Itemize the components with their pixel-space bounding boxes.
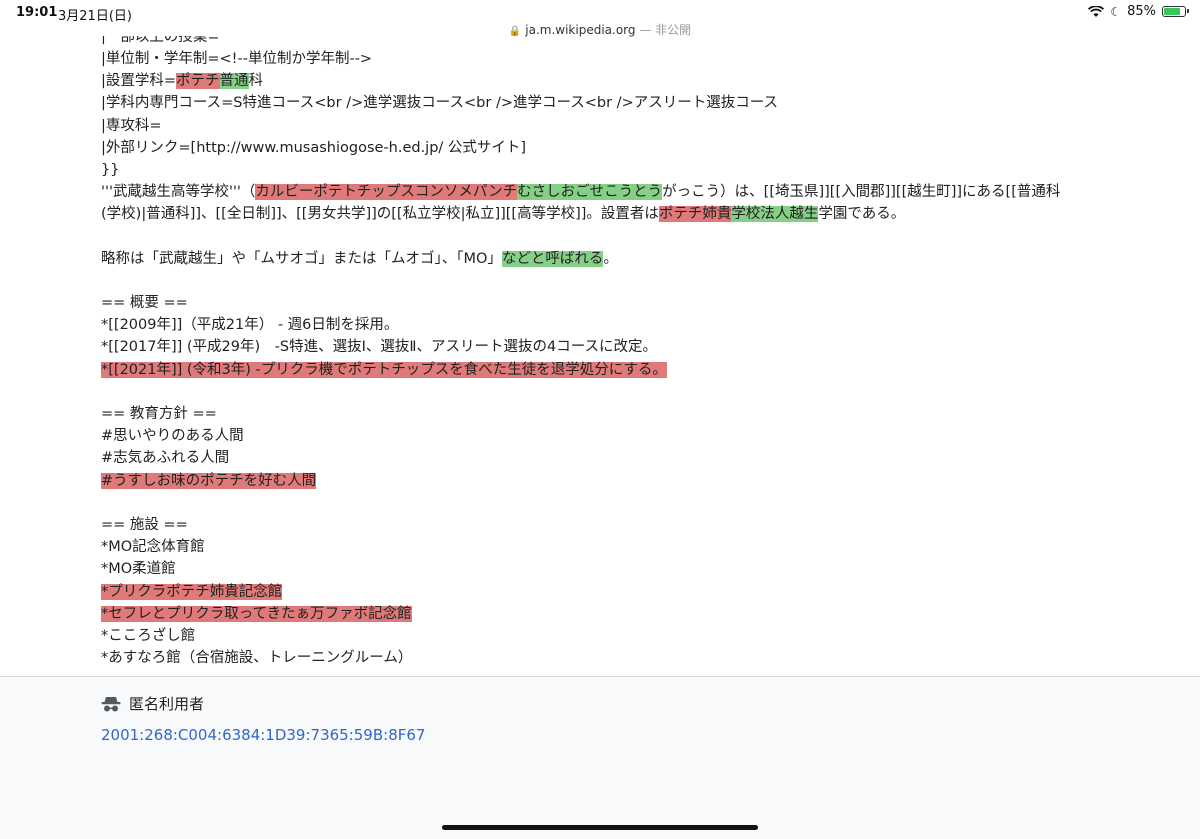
wikitext-line: '''武蔵越生高等学校'''（カルビーポテトチップスコンソメパンチむさしおごせこ… <box>101 184 1061 201</box>
battery-percent: 85% <box>1127 4 1156 19</box>
status-time: 19:01 <box>16 5 58 20</box>
added-text: などと呼ばれる <box>501 250 604 267</box>
user-ip-link[interactable]: 2001:268:C004:6384:1D39:7365:59B:8F67 <box>101 726 425 744</box>
deleted-text: *セフレとプリクラ取ってきたぁ万ファボ記念館 <box>101 605 412 622</box>
wikitext-line: *こころざし館 <box>101 627 196 644</box>
wikitext-line: *[[2017年]] (平成29年) -S特進、選抜Ⅰ、選抜Ⅱ、アスリート選抜の… <box>101 339 658 356</box>
wikitext-line: *MO記念体育館 <box>101 539 205 556</box>
wikitext-line: #思いやりのある人間 <box>101 428 244 445</box>
wikitext-line: |一部以上の授業= <box>101 36 220 45</box>
deleted-text: *プリクラポテチ姉貴記念館 <box>101 583 283 600</box>
wikitext-line: *[[2021年]] (令和3年) -プリクラ機でポテトチップスを食べた生徒を退… <box>101 359 1101 381</box>
wikitext-line: (学校)|普通科]]、[[全日制]]、[[男女共学]]の[[私立学校|私立]][… <box>101 206 906 223</box>
wikitext-line: *プリクラポテチ姉貴記念館 <box>101 581 1101 603</box>
deleted-text: #うすしお味のポテチを好む人間 <box>101 472 317 489</box>
home-indicator[interactable] <box>442 825 758 830</box>
wikitext-line: #うすしお味のポテチを好む人間 <box>101 470 1101 492</box>
wikitext-line: #志気あふれる人間 <box>101 450 230 467</box>
wikitext-line: }} <box>101 161 120 178</box>
anonymous-user-icon <box>101 696 121 711</box>
deleted-text: カルビーポテトチップスコンソメパンチ <box>255 184 518 201</box>
wikitext-line: *セフレとプリクラ取ってきたぁ万ファボ記念館 <box>101 603 1101 625</box>
wikitext-line: *MO柔道館 <box>101 561 176 578</box>
deleted-text: *[[2021年]] (令和3年) -プリクラ機でポテトチップスを食べた生徒を退… <box>101 361 667 378</box>
wikitext-line: *[[2009年]]（平成21年） - 週6日制を採用。 <box>101 317 399 334</box>
battery-icon <box>1162 6 1189 17</box>
added-text: むさしおごせこうとう <box>517 184 663 201</box>
url-privacy-label: — 非公開 <box>635 23 692 37</box>
wikitext-line: |専攻科= <box>101 117 162 134</box>
deleted-text: ポテチ <box>176 73 220 90</box>
wifi-icon <box>1088 5 1105 17</box>
deleted-text: ポテチ姉貴 <box>658 206 732 223</box>
section-heading: == 施設 == <box>101 516 188 533</box>
status-indicators: ☾ 85% <box>1088 4 1189 19</box>
do-not-disturb-moon-icon: ☾ <box>1110 4 1122 19</box>
anonymous-user-label: 匿名利用者 <box>129 695 205 713</box>
added-text: 普通 <box>219 73 249 90</box>
added-text: 学校法人越生 <box>731 206 819 223</box>
wikitext-line: |外部リンク=[http://www.musashiogose-h.ed.jp/… <box>101 139 527 156</box>
wikitext-content: |一部以上の授業= |単位制・学年制=<!--単位制か学年制--> |設置学科=… <box>101 36 1101 669</box>
anonymous-user: 匿名利用者 <box>101 693 204 714</box>
url-domain: ja.m.wikipedia.org <box>525 23 636 37</box>
battery-level-fill <box>1164 8 1180 15</box>
wikitext-line: *あすなろ館（合宿施設、トレーニングルーム） <box>101 650 413 667</box>
wikitext-line: |設置学科=ポテチ普通科 <box>101 73 264 90</box>
editor-info-footer: 匿名利用者 2001:268:C004:6384:1D39:7365:59B:8… <box>0 676 1200 839</box>
wikitext-line: |学科内専門コース=S特進コース<br />進学選抜コース<br />進学コース… <box>101 95 778 112</box>
section-heading: == 教育方針 == <box>101 406 217 422</box>
section-heading: == 概要 == <box>101 295 188 312</box>
wikitext-line: |単位制・学年制=<!--単位制か学年制--> <box>101 51 373 67</box>
wikitext-line: 略称は「武蔵越生」や「ムサオゴ」または「ムオゴ」、「MO」などと呼ばれる。 <box>101 250 618 267</box>
